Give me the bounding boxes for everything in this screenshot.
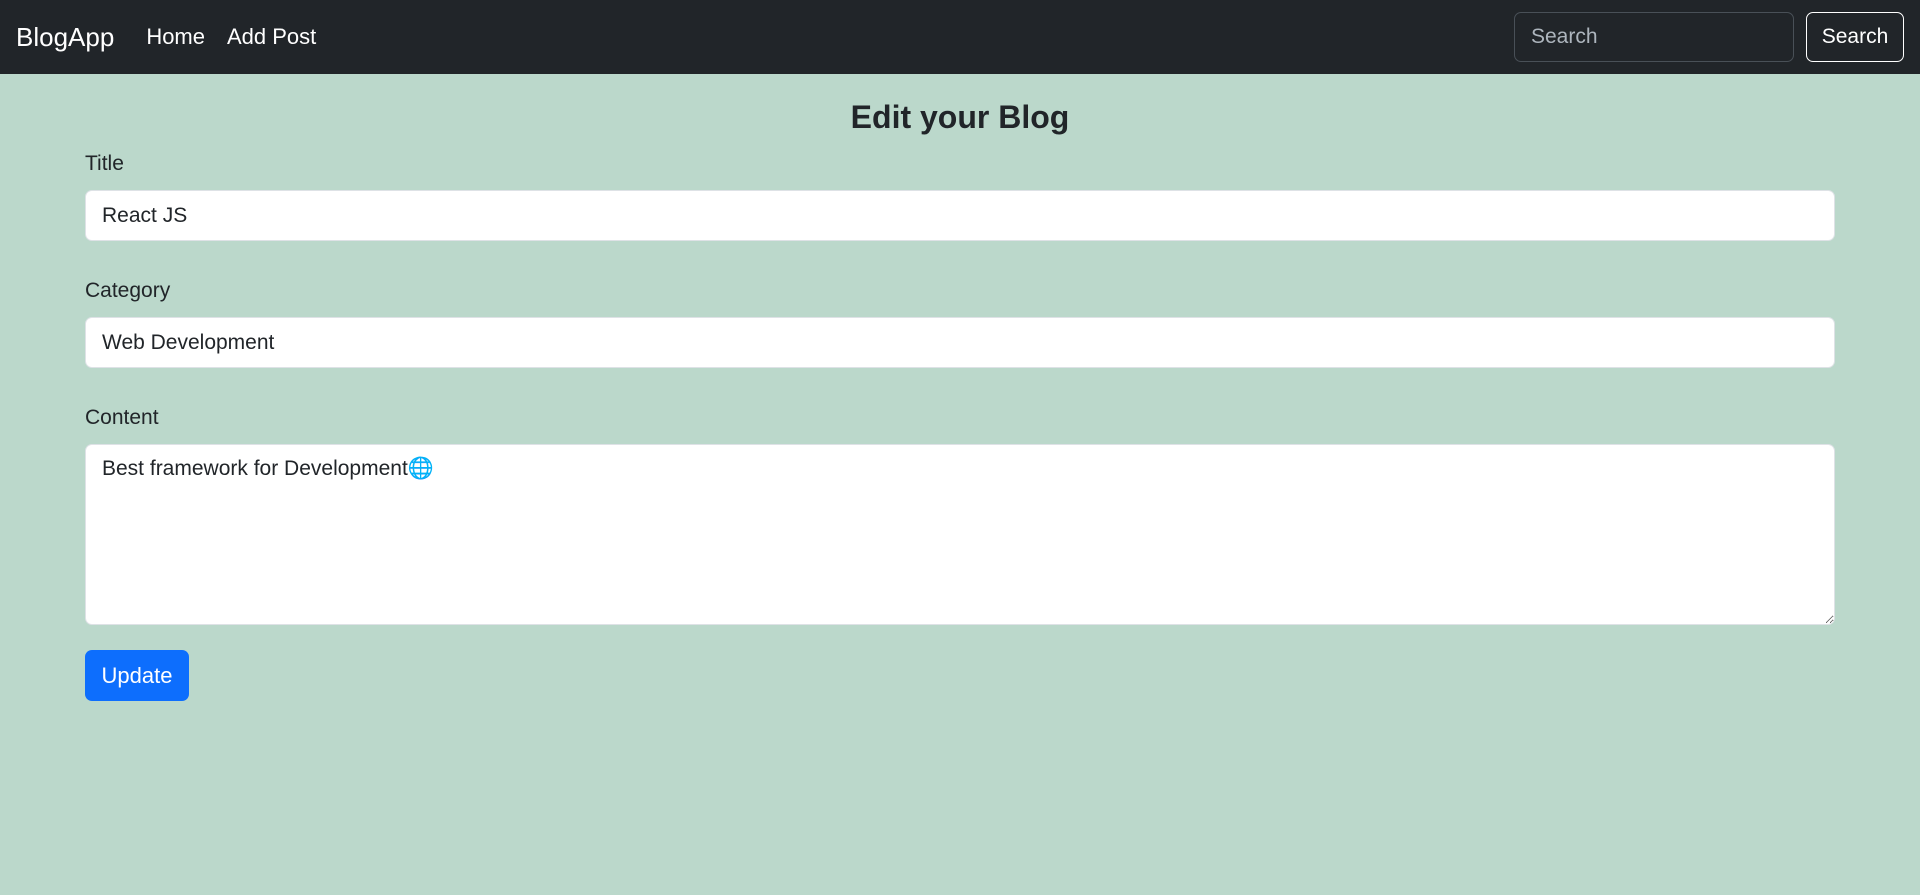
brand-link[interactable]: BlogApp <box>16 22 114 53</box>
content-label: Content <box>85 406 159 429</box>
search-input[interactable] <box>1514 12 1794 62</box>
category-label: Category <box>85 279 171 302</box>
update-button[interactable]: Update <box>85 650 189 701</box>
navbar: BlogApp Home Add Post Search <box>0 0 1920 74</box>
page-title: Edit your Blog <box>850 99 1070 135</box>
title-input[interactable] <box>85 190 1835 241</box>
search-form: Search <box>1514 12 1904 62</box>
content-textarea[interactable]: Best framework for Development🌐 <box>85 444 1835 625</box>
nav-link-home[interactable]: Home <box>146 24 205 50</box>
nav-left: BlogApp Home Add Post <box>16 22 338 53</box>
nav-link-add-post[interactable]: Add Post <box>227 24 316 50</box>
category-input[interactable] <box>85 317 1835 368</box>
title-label: Title <box>85 152 124 175</box>
search-button[interactable]: Search <box>1806 12 1904 62</box>
edit-form-container: Edit your Blog Title Category Content Be… <box>0 96 1920 701</box>
